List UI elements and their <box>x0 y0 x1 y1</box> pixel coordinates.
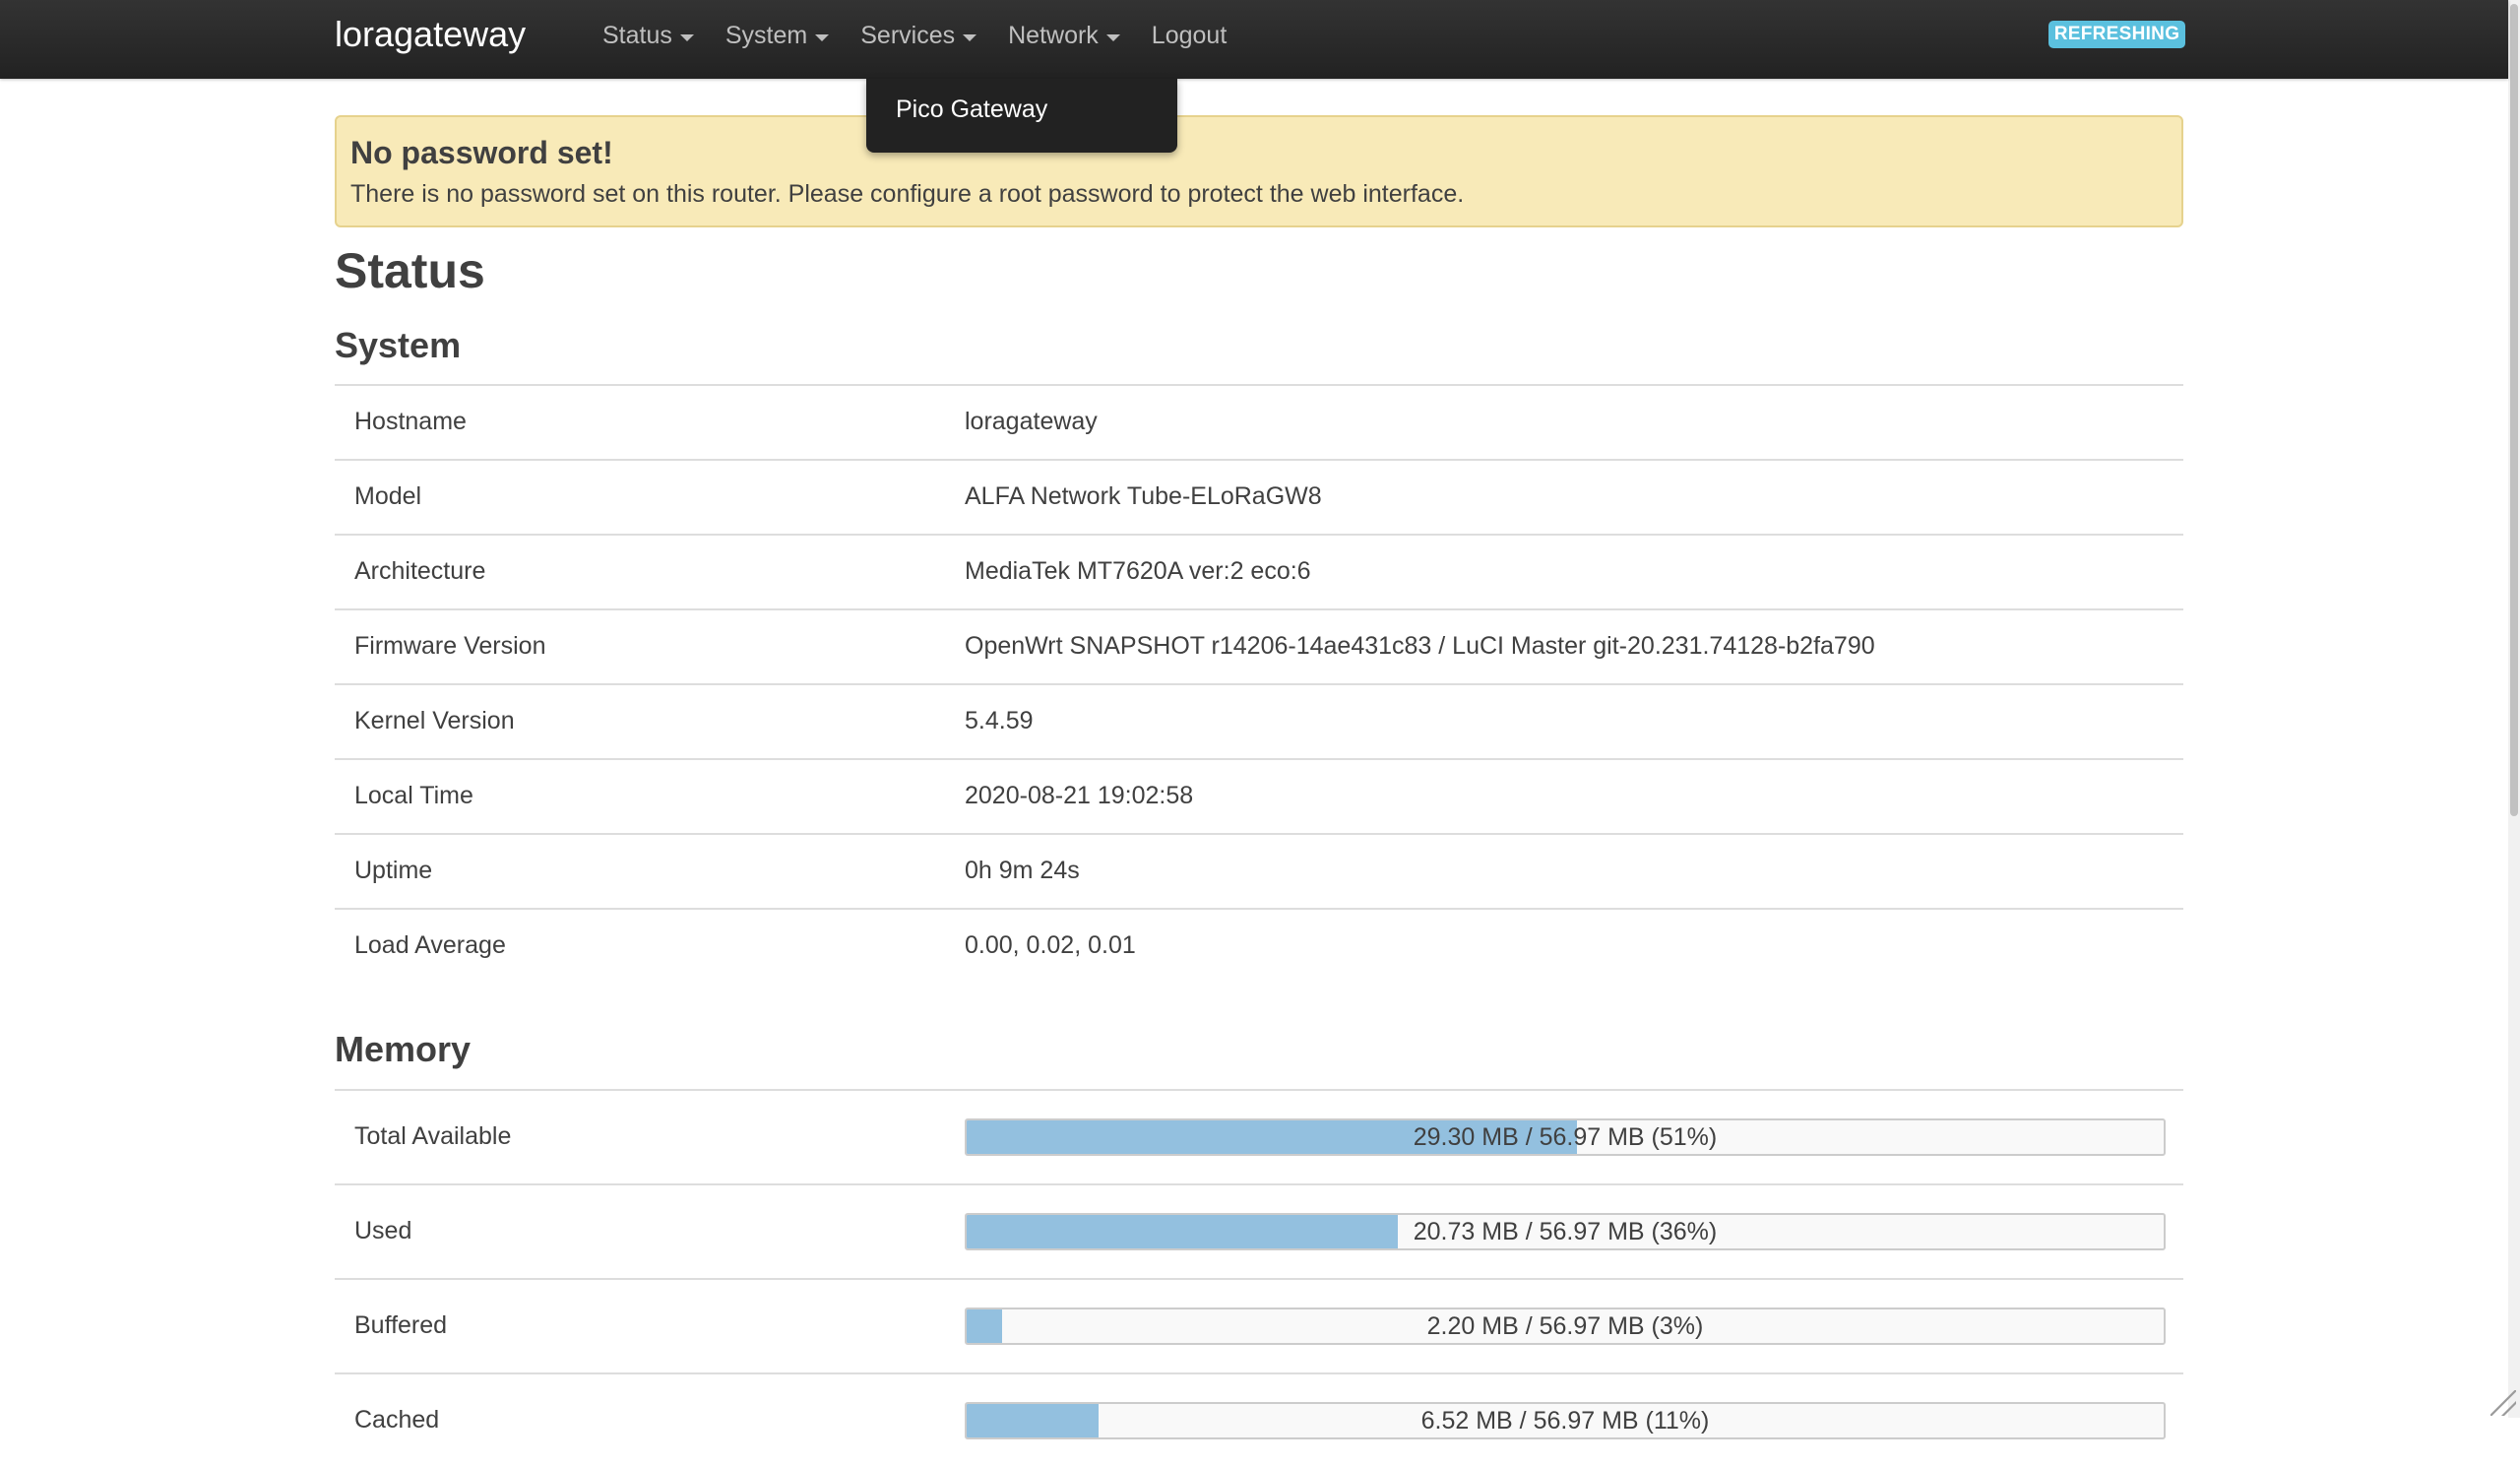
table-row: Used 20.73 MB / 56.97 MB (36%) <box>335 1183 2183 1278</box>
nav-services[interactable]: Services <box>845 0 992 71</box>
table-row: Kernel Version 5.4.59 <box>335 683 2183 758</box>
memory-table: Total Available 29.30 MB / 56.97 MB (51%… <box>335 1089 2183 1467</box>
page-scrollbar[interactable] <box>2508 0 2520 1418</box>
no-password-alert: No password set! There is no password se… <box>335 115 2183 227</box>
nav-status-label: Status <box>602 22 672 49</box>
table-row: Buffered 2.20 MB / 56.97 MB (3%) <box>335 1278 2183 1372</box>
nav-system[interactable]: System <box>710 0 845 71</box>
table-row: Local Time 2020-08-21 19:02:58 <box>335 758 2183 833</box>
row-label: Model <box>354 482 422 510</box>
nav-services-label: Services <box>860 22 956 49</box>
memory-progress-bar: 20.73 MB / 56.97 MB (36%) <box>965 1213 2166 1250</box>
progress-text: 2.20 MB / 56.97 MB (3%) <box>1426 1312 1704 1340</box>
row-value: MediaTek MT7620A ver:2 eco:6 <box>965 557 1311 585</box>
top-navbar: loragateway Status System Services Netwo… <box>0 0 2508 79</box>
row-value: 0.00, 0.02, 0.01 <box>965 931 1136 959</box>
table-row: Firmware Version OpenWrt SNAPSHOT r14206… <box>335 608 2183 683</box>
nav-status[interactable]: Status <box>587 0 710 71</box>
row-value: 0h 9m 24s <box>965 857 1080 884</box>
row-value: ALFA Network Tube-ELoRaGW8 <box>965 482 1322 510</box>
row-value: OpenWrt SNAPSHOT r14206-14ae431c83 / LuC… <box>965 632 1875 660</box>
nav-logout-label: Logout <box>1151 22 1228 49</box>
chevron-down-icon <box>963 33 977 41</box>
nav-system-label: System <box>724 22 808 49</box>
table-row: Hostname loragateway <box>335 384 2183 459</box>
progress-text: 20.73 MB / 56.97 MB (36%) <box>1413 1218 1718 1245</box>
row-label: Local Time <box>354 782 473 809</box>
system-table: Hostname loragateway Model ALFA Network … <box>335 384 2183 983</box>
nav-network-label: Network <box>1008 22 1099 49</box>
row-label: Firmware Version <box>354 632 546 660</box>
alert-message: There is no password set on this router.… <box>350 180 1465 208</box>
nav-logout[interactable]: Logout <box>1136 0 1242 71</box>
main-nav: Status System Services Network Logout <box>587 0 1242 71</box>
row-label: Uptime <box>354 857 433 884</box>
chevron-down-icon <box>679 33 694 41</box>
brand-logo-link[interactable]: loragateway <box>335 10 526 59</box>
row-label: Used <box>354 1217 412 1244</box>
progress-text: 6.52 MB / 56.97 MB (11%) <box>1420 1407 1710 1435</box>
row-value: loragateway <box>965 408 1098 435</box>
row-value: 5.4.59 <box>965 707 1034 734</box>
memory-heading: Memory <box>335 1029 472 1069</box>
chevron-down-icon <box>815 33 830 41</box>
row-label: Total Available <box>354 1122 512 1150</box>
table-row: Model ALFA Network Tube-ELoRaGW8 <box>335 459 2183 534</box>
system-heading: System <box>335 325 462 365</box>
services-dropdown-menu: Pico Gateway <box>866 79 1177 153</box>
chevron-down-icon <box>1105 33 1120 41</box>
memory-progress-bar: 29.30 MB / 56.97 MB (51%) <box>965 1118 2166 1156</box>
row-label: Architecture <box>354 557 486 585</box>
refreshing-badge[interactable]: REFRESHING <box>2048 21 2185 48</box>
table-row: Uptime 0h 9m 24s <box>335 833 2183 908</box>
row-label: Hostname <box>354 408 467 435</box>
table-row: Cached 6.52 MB / 56.97 MB (11%) <box>335 1372 2183 1467</box>
progress-text: 29.30 MB / 56.97 MB (51%) <box>1413 1123 1718 1151</box>
scrollbar-thumb[interactable] <box>2510 4 2518 816</box>
table-row: Load Average 0.00, 0.02, 0.01 <box>335 908 2183 983</box>
page-title: Status <box>335 243 485 298</box>
memory-progress-bar: 2.20 MB / 56.97 MB (3%) <box>965 1308 2166 1345</box>
table-row: Total Available 29.30 MB / 56.97 MB (51%… <box>335 1089 2183 1183</box>
row-label: Cached <box>354 1406 440 1434</box>
row-label: Buffered <box>354 1311 448 1339</box>
resize-grip-icon <box>2490 1390 2516 1416</box>
row-label: Kernel Version <box>354 707 515 734</box>
memory-progress-bar: 6.52 MB / 56.97 MB (11%) <box>965 1402 2166 1439</box>
row-label: Load Average <box>354 931 506 959</box>
table-row: Architecture MediaTek MT7620A ver:2 eco:… <box>335 534 2183 608</box>
alert-title: No password set! <box>350 135 613 170</box>
row-value: 2020-08-21 19:02:58 <box>965 782 1194 809</box>
menu-item-pico-gateway[interactable]: Pico Gateway <box>896 93 1047 126</box>
nav-network[interactable]: Network <box>992 0 1136 71</box>
